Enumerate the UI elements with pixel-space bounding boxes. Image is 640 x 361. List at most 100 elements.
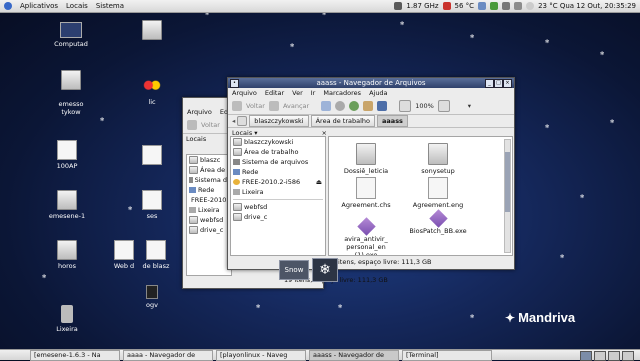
menu-applications[interactable]: Aplicativos <box>20 2 58 10</box>
place-filesystem[interactable]: Sistema de <box>187 175 231 185</box>
desktop-icon-doc-mid[interactable] <box>128 145 176 167</box>
edit-path-icon[interactable] <box>237 116 248 126</box>
desktop-icon-emesene[interactable]: emesene-1 <box>43 190 91 220</box>
desktop-icon-horos[interactable]: horos <box>43 240 91 270</box>
desktop-icon-lic[interactable]: lic <box>128 78 176 106</box>
home-icon[interactable] <box>363 101 374 111</box>
scrollbar[interactable] <box>504 139 511 253</box>
desktop-icon-trash[interactable]: Lixeira <box>43 305 91 333</box>
stop-icon[interactable] <box>335 101 346 111</box>
place-drive-c[interactable]: drive_c <box>187 225 231 235</box>
place-trash[interactable]: Lixeira <box>187 205 231 215</box>
file-item[interactable]: Dossiê_leticia <box>337 143 395 175</box>
place-filesystem[interactable]: Sistema de arquivos <box>231 157 325 167</box>
place-free-drive[interactable]: FREE-2010... <box>187 195 231 205</box>
trash-icon <box>189 207 196 213</box>
desktop-icon-blasz[interactable]: de blasz <box>132 240 180 270</box>
place-webfsd[interactable]: webfsd <box>231 202 325 212</box>
menu-file[interactable]: Arquivo <box>187 108 212 116</box>
reload-icon[interactable] <box>349 101 360 111</box>
place-network[interactable]: Rede <box>231 167 325 177</box>
file-icon <box>142 145 162 165</box>
task-terminal[interactable]: [Terminal] <box>402 349 492 361</box>
back-icon[interactable] <box>187 120 197 130</box>
menu-view[interactable]: Ver <box>292 89 303 97</box>
temperature-icon <box>442 2 451 10</box>
menu-bookmarks[interactable]: Marcadores <box>323 89 361 97</box>
mandriva-logo: ✦ Mandriva <box>505 310 575 325</box>
video-icon <box>146 285 158 299</box>
volume-icon[interactable] <box>502 2 511 10</box>
back-button[interactable]: Voltar <box>201 121 220 129</box>
trash-icon <box>233 189 240 195</box>
folder-icon <box>189 216 198 224</box>
eject-icon[interactable]: ⏏ <box>316 178 325 186</box>
computer-icon[interactable] <box>377 101 388 111</box>
cpu-frequency: 1.87 GHz <box>406 2 439 10</box>
menu-go[interactable]: Ir <box>311 89 316 97</box>
crumb-desktop[interactable]: Área de trabalho <box>310 115 376 127</box>
place-free-drive[interactable]: FREE-2010.2-i586 ⏏ <box>231 177 325 187</box>
place-home[interactable]: blaszc <box>187 155 231 165</box>
desktop-icon-100ap[interactable]: 100AP <box>43 140 91 170</box>
minimize-button[interactable]: _ <box>485 79 494 88</box>
drive-icon <box>189 177 193 183</box>
file-view[interactable]: Dossiê_leticia sonysetup Agreement.chs A… <box>328 136 513 256</box>
place-webfsd[interactable]: webfsd <box>187 215 231 225</box>
folder-icon <box>189 226 198 234</box>
view-mode-chevron-down-icon[interactable]: ▾ <box>468 102 471 110</box>
close-button[interactable]: × <box>503 79 512 88</box>
zoom-in-icon[interactable] <box>437 100 450 112</box>
folder-icon <box>233 138 242 146</box>
folder-icon <box>233 148 242 156</box>
menu-file[interactable]: Arquivo <box>232 89 257 97</box>
back-icon[interactable] <box>232 101 242 111</box>
desktop-icon-folder-top[interactable] <box>128 20 176 42</box>
file-item[interactable]: Agreement.chs <box>337 177 395 209</box>
title-bar[interactable]: • aaass - Navegador de Arquivos _ □ × <box>228 78 514 88</box>
battery-icon[interactable] <box>514 2 523 10</box>
zoom-out-icon[interactable] <box>399 100 412 112</box>
menu-help[interactable]: Ajuda <box>369 89 387 97</box>
place-home[interactable]: blaszczykowski <box>231 137 325 147</box>
file-item[interactable]: sonysetup <box>409 143 467 175</box>
place-trash[interactable]: Lixeira <box>231 187 325 197</box>
file-manager-window[interactable]: • aaass - Navegador de Arquivos _ □ × Ar… <box>227 77 515 270</box>
file-item[interactable]: avira_antivir_ personal_en (1).exe <box>337 212 395 255</box>
task-aaass[interactable]: aaass - Navegador de <box>309 349 399 361</box>
network-icon[interactable] <box>478 2 487 10</box>
crumb-current[interactable]: aaass <box>377 115 408 127</box>
forward-button[interactable]: Avançar <box>283 102 309 110</box>
place-drive-c[interactable]: drive_c <box>231 212 325 222</box>
folder-icon <box>428 143 448 165</box>
desktop-icon-ses[interactable]: ses <box>128 190 176 220</box>
desktop-icon-ogv[interactable]: ogv <box>128 285 176 309</box>
place-network[interactable]: Rede <box>187 185 231 195</box>
menu-edit[interactable]: Editar <box>265 89 284 97</box>
task-emesene[interactable]: [emesene-1.6.3 - Na <box>30 349 120 361</box>
back-button[interactable]: Voltar <box>246 102 265 110</box>
up-icon[interactable] <box>321 101 332 111</box>
place-desktop[interactable]: Área de trabalho <box>231 147 325 157</box>
snow-toggle[interactable]: Snow <box>279 260 309 280</box>
file-item[interactable]: Agreement.eng <box>409 177 467 209</box>
file-item[interactable]: BiosPatch_BB.exe <box>409 209 467 235</box>
menu-system[interactable]: Sistema <box>96 2 124 10</box>
clock[interactable]: 23 °C Qua 12 Out, 20:35:29 <box>538 2 636 10</box>
maximize-button[interactable]: □ <box>494 79 503 88</box>
snowflake-icon[interactable]: ❄ <box>312 258 338 282</box>
scrollbar-thumb[interactable] <box>505 152 510 212</box>
place-desktop[interactable]: Área de <box>187 165 231 175</box>
trash-icon <box>61 305 73 323</box>
desktop-icon-emesso[interactable]: emesso tykow <box>47 62 95 116</box>
menu-places[interactable]: Locais <box>66 2 88 10</box>
window-menu-icon[interactable]: • <box>230 79 239 88</box>
crumb-home[interactable]: blaszczykowski <box>249 115 309 127</box>
path-left-arrow-icon[interactable]: ◂ <box>232 117 235 125</box>
desktop-icon-computer[interactable]: Computad <box>47 22 95 48</box>
update-icon[interactable] <box>490 2 499 10</box>
task-playonlinux[interactable]: [playonlinux - Naveg <box>216 349 306 361</box>
task-aaaa[interactable]: aaaa - Navegador de <box>123 349 213 361</box>
forward-icon[interactable] <box>268 101 279 111</box>
folder-icon <box>356 143 376 165</box>
